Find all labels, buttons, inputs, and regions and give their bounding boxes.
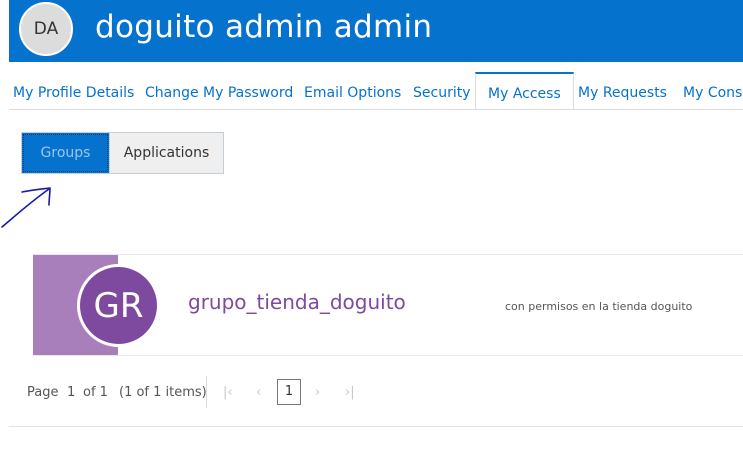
page-1-button[interactable]: 1 bbox=[277, 379, 301, 405]
group-description: con permisos en la tienda doguito bbox=[505, 300, 693, 313]
group-name-link[interactable]: grupo_tienda_doguito bbox=[188, 290, 406, 314]
user-name-title: doguito admin admin bbox=[95, 9, 433, 45]
next-page-icon[interactable]: › bbox=[315, 385, 320, 400]
profile-tabs: My Profile Details Change My Password Em… bbox=[9, 72, 743, 110]
tab-my-access[interactable]: My Access bbox=[475, 72, 574, 109]
previous-page-icon[interactable]: ‹ bbox=[256, 385, 261, 400]
tab-security[interactable]: Security bbox=[409, 72, 475, 109]
list-divider-bottom bbox=[33, 355, 743, 356]
tab-my-consents[interactable]: My Conse bbox=[679, 72, 743, 109]
groups-button[interactable]: Groups bbox=[22, 133, 109, 173]
user-avatar[interactable]: DA bbox=[19, 2, 73, 56]
applications-button[interactable]: Applications bbox=[109, 133, 223, 173]
pager-items-summary: (1 of 1 items) bbox=[119, 385, 207, 400]
group-avatar: GR bbox=[77, 264, 160, 347]
tab-my-profile-details[interactable]: My Profile Details bbox=[9, 72, 138, 109]
app-header: DA doguito admin admin bbox=[9, 0, 743, 62]
last-page-icon[interactable]: ›| bbox=[345, 385, 355, 400]
list-divider-top bbox=[33, 254, 743, 255]
pager-divider bbox=[206, 376, 207, 408]
first-page-icon[interactable]: |‹ bbox=[223, 385, 233, 400]
pager-page-label: Page bbox=[27, 385, 59, 400]
tab-change-my-password[interactable]: Change My Password bbox=[141, 72, 297, 109]
pager-of-total: of 1 bbox=[83, 385, 108, 400]
footer-divider bbox=[9, 426, 743, 427]
hand-drawn-arrow-icon bbox=[1, 187, 51, 228]
pager-current-page: 1 bbox=[67, 385, 76, 400]
access-type-toggle: Groups Applications bbox=[21, 132, 224, 174]
tab-email-options[interactable]: Email Options bbox=[300, 72, 405, 109]
tab-my-requests[interactable]: My Requests bbox=[574, 72, 671, 109]
